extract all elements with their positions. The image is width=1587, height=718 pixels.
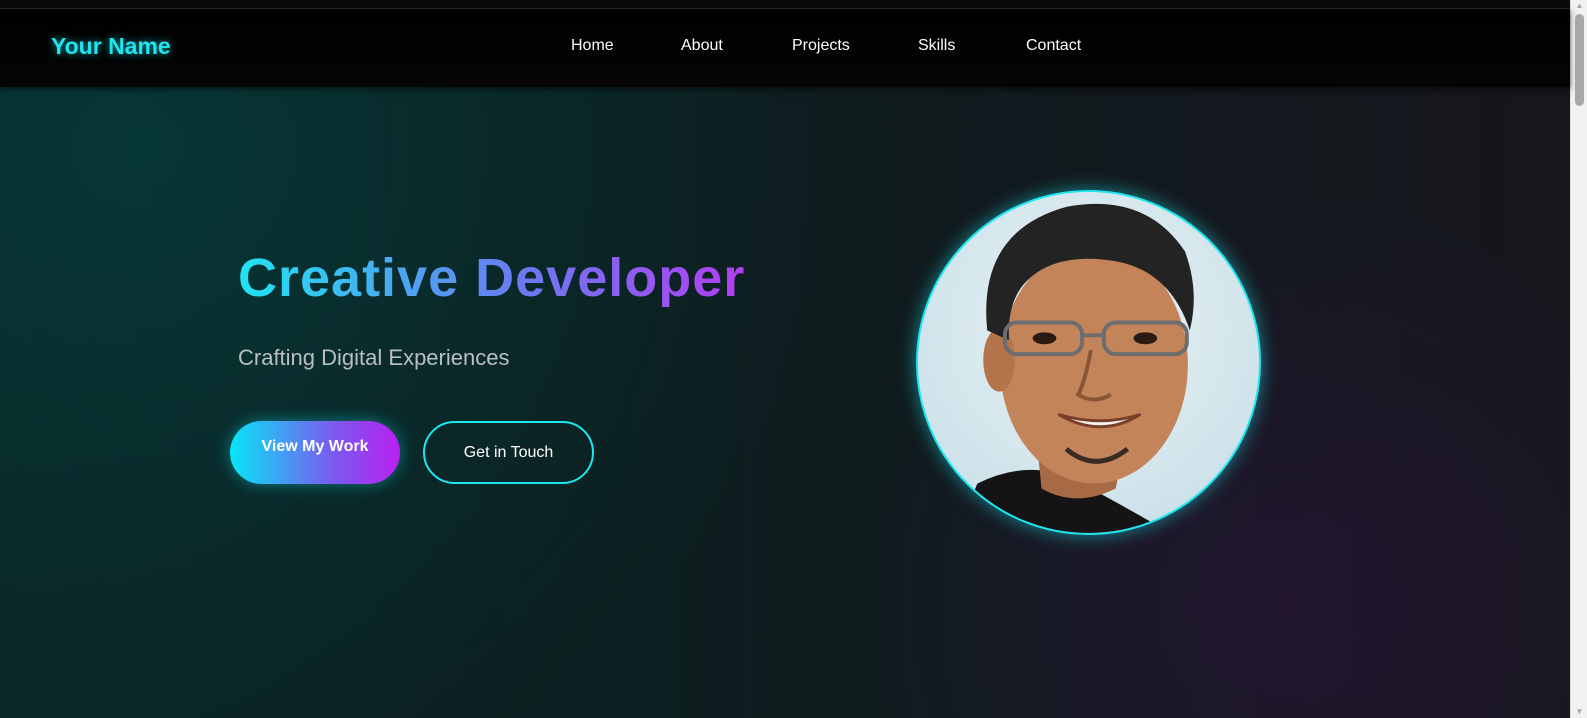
get-in-touch-button[interactable]: Get in Touch <box>423 421 594 484</box>
navbar: Your Name Home About Projects Skills Con… <box>0 9 1570 87</box>
nav-link-skills[interactable]: Skills <box>918 37 955 55</box>
hero-title: Creative Developer <box>238 248 746 308</box>
browser-top-edge <box>0 0 1570 9</box>
scrollbar-thumb[interactable] <box>1575 14 1584 106</box>
hero-section: Creative Developer Crafting Digital Expe… <box>0 87 1570 718</box>
nav-link-contact[interactable]: Contact <box>1026 37 1081 55</box>
scroll-up-arrow-icon[interactable]: ▲ <box>1571 0 1587 12</box>
scroll-down-arrow-icon[interactable]: ▼ <box>1571 706 1587 718</box>
nav-link-projects[interactable]: Projects <box>792 37 850 55</box>
page-scrollbar[interactable]: ▲ ▼ <box>1570 0 1587 718</box>
profile-photo <box>916 190 1261 535</box>
brand-logo[interactable]: Your Name <box>51 33 171 60</box>
nav-link-home[interactable]: Home <box>571 37 614 55</box>
hero-subtitle: Crafting Digital Experiences <box>238 345 510 370</box>
nav-link-about[interactable]: About <box>681 37 723 55</box>
profile-portrait-illustration <box>957 203 1194 533</box>
view-my-work-button[interactable]: View My Work <box>230 421 400 484</box>
